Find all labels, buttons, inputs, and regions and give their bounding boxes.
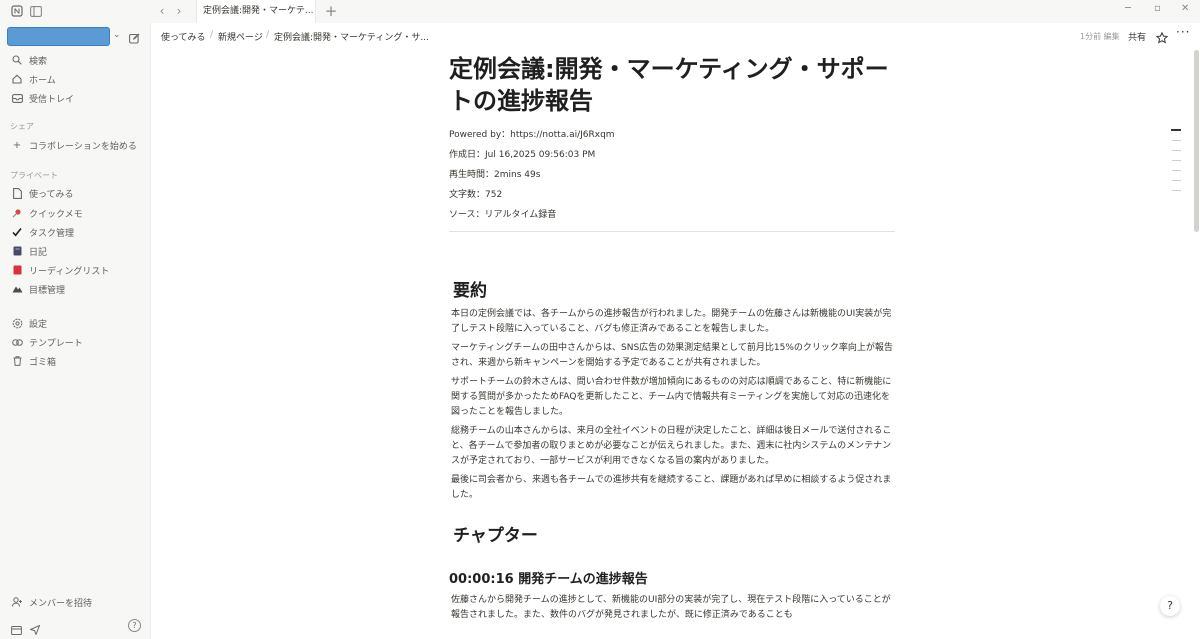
- share-button[interactable]: 共有: [1128, 30, 1146, 43]
- workspace-switcher[interactable]: [7, 27, 110, 46]
- chapter-title[interactable]: 00:00:16 開発チームの進捗報告: [449, 568, 895, 587]
- main-content: 使ってみる / 新規ページ / 定例会議:開発・マーケティング・サ... 1分前…: [151, 23, 1200, 639]
- summary-paragraph[interactable]: マーケティングチームの田中さんからは、SNS広告の効果測定結果として前月比15%…: [449, 341, 895, 371]
- sidebar-item-label: テンプレート: [29, 338, 83, 349]
- breadcrumb-separator: /: [266, 30, 270, 40]
- sidebar-item-label: 受信トレイ: [29, 94, 75, 105]
- sidebar-item-label: 検索: [29, 56, 48, 67]
- meta-created-date[interactable]: 作成日：Jul 16,2025 09:56:03 PM: [449, 145, 895, 165]
- sidebar: ⌄ 検索 ホーム 受信トレイ シェア + コラボレーションを始める プライベート…: [0, 23, 151, 639]
- trash-icon: [11, 355, 23, 367]
- scrollbar-thumb[interactable]: [1194, 50, 1199, 232]
- plus-icon: +: [12, 139, 22, 151]
- summary-paragraph[interactable]: 最後に司会者から、来週も各チームでの進捗共有を継続すること、課題があれば早めに相…: [449, 473, 895, 503]
- toc-marker[interactable]: [1172, 150, 1181, 151]
- summary-paragraph[interactable]: サポートチームの鈴木さんは、問い合わせ件数が増加傾向にあるものの対応は順調である…: [449, 375, 895, 420]
- book-icon: [11, 264, 23, 276]
- sidebar-item-goal-management[interactable]: 目標管理: [11, 281, 65, 297]
- new-tab-plus-icon[interactable]: +: [324, 2, 338, 20]
- sidebar-item-quick-memo[interactable]: クイックメモ: [11, 205, 83, 221]
- sidebar-item-search[interactable]: 検索: [11, 52, 47, 68]
- toc-marker[interactable]: [1172, 180, 1181, 181]
- sidebar-item-label: 目標管理: [29, 285, 66, 296]
- sidebar-item-label: 使ってみる: [29, 189, 74, 200]
- section-heading-share: シェア: [10, 122, 34, 131]
- sidebar-item-settings[interactable]: 設定: [11, 315, 47, 331]
- sidebar-item-label: ホーム: [29, 75, 56, 86]
- summary-paragraph[interactable]: 総務チームの山本さんからは、来月の全社イベントの日程が決定したこと、詳細は後日メ…: [449, 424, 895, 469]
- summary-paragraph[interactable]: 本日の定例会議では、各チームからの進捗報告が行われました。開発チームの佐藤さんは…: [449, 307, 895, 337]
- toc-marker[interactable]: [1172, 170, 1181, 171]
- sidebar-item-label: 日記: [29, 247, 48, 258]
- document-body: 定例会議:開発・マーケティング・サポートの進捗報告 Powered by：htt…: [449, 53, 895, 623]
- breadcrumb-separator: /: [210, 30, 214, 40]
- sidebar-item-label: タスク管理: [29, 228, 75, 239]
- tab-bar: ‹ › 定例会議:開発・マーケテ... + ─ ▫ ✕: [0, 0, 1200, 24]
- forward-arrow-icon[interactable]: ›: [172, 4, 186, 18]
- toc-marker-active[interactable]: [1171, 129, 1181, 131]
- sidebar-item-label: メンバーを招待: [29, 598, 93, 609]
- home-icon: [11, 73, 23, 85]
- sidebar-item-inbox[interactable]: 受信トレイ: [11, 90, 74, 106]
- add-member-icon: [11, 596, 23, 608]
- gear-icon: [11, 317, 23, 329]
- sidebar-toggle-icon[interactable]: [29, 4, 43, 18]
- help-button[interactable]: ?: [1160, 596, 1180, 616]
- back-arrow-icon[interactable]: ‹: [155, 4, 169, 18]
- meta-character-count[interactable]: 文字数：752: [449, 185, 895, 205]
- sidebar-item-try-it[interactable]: 使ってみる: [11, 185, 74, 201]
- meta-duration[interactable]: 再生時間：2mins 49s: [449, 165, 895, 185]
- app-logo-icon[interactable]: [10, 4, 24, 18]
- help-icon[interactable]: ?: [128, 619, 141, 632]
- minimize-icon[interactable]: ─: [1125, 3, 1131, 14]
- mountain-icon: [11, 283, 23, 295]
- inbox-icon: [11, 92, 23, 104]
- sidebar-item-templates[interactable]: テンプレート: [11, 334, 83, 350]
- toc-marker[interactable]: [1172, 140, 1181, 141]
- journal-icon: [11, 245, 23, 257]
- summary-heading[interactable]: 要約: [449, 276, 895, 301]
- tab-title: 定例会議:開発・マーケテ...: [203, 6, 314, 16]
- maximize-icon[interactable]: ▫: [1154, 3, 1161, 14]
- chapter-heading[interactable]: チャプター: [449, 521, 895, 546]
- sidebar-item-label: 設定: [29, 319, 48, 330]
- breadcrumb-item[interactable]: 定例会議:開発・マーケティング・サ...: [274, 30, 429, 43]
- sidebar-item-start-collaboration[interactable]: + コラボレーションを始める: [11, 137, 137, 153]
- sidebar-item-label: ゴミ箱: [29, 357, 57, 368]
- meta-source[interactable]: ソース：リアルタイム録音: [449, 205, 895, 225]
- tab-current-page[interactable]: 定例会議:開発・マーケテ...: [196, 0, 316, 23]
- sidebar-item-invite-members[interactable]: メンバーを招待: [11, 594, 92, 610]
- last-edited-label: 1分前 編集: [1080, 32, 1120, 41]
- sidebar-item-diary[interactable]: 日記: [11, 243, 47, 259]
- close-icon[interactable]: ✕: [1181, 3, 1189, 14]
- search-icon: [11, 54, 23, 66]
- send-icon[interactable]: [29, 620, 41, 639]
- sidebar-item-trash[interactable]: ゴミ箱: [11, 353, 56, 369]
- sidebar-item-label: コラボレーションを始める: [29, 141, 137, 152]
- chevron-down-icon[interactable]: ⌄: [113, 30, 121, 40]
- template-icon: [11, 336, 23, 348]
- sidebar-item-label: リーディングリスト: [29, 266, 110, 277]
- breadcrumb-item[interactable]: 新規ページ: [218, 30, 263, 43]
- toc-marker[interactable]: [1172, 190, 1181, 191]
- sidebar-item-reading-list[interactable]: リーディングリスト: [11, 262, 109, 278]
- meta-powered-by[interactable]: Powered by：https://notta.ai/J6Rxqm: [449, 125, 895, 145]
- pin-icon: [11, 207, 23, 219]
- page-title[interactable]: 定例会議:開発・マーケティング・サポートの進捗報告: [449, 53, 895, 117]
- chapter-paragraph[interactable]: 佐藤さんから開発チームの進捗として、新機能のUI部分の実装が完了し、現在テスト段…: [449, 593, 895, 623]
- breadcrumb-item[interactable]: 使ってみる: [161, 30, 206, 43]
- page-icon: [11, 187, 23, 199]
- star-icon[interactable]: [1155, 29, 1169, 48]
- sidebar-item-label: クイックメモ: [29, 209, 83, 220]
- more-options-icon[interactable]: ···: [1176, 25, 1190, 39]
- check-icon: [11, 226, 23, 238]
- section-heading-private: プライベート: [10, 171, 58, 180]
- new-page-icon[interactable]: [129, 29, 140, 48]
- calendar-icon[interactable]: [11, 620, 22, 639]
- toc-marker[interactable]: [1172, 160, 1181, 161]
- sidebar-item-task-management[interactable]: タスク管理: [11, 224, 74, 240]
- sidebar-item-home[interactable]: ホーム: [11, 71, 56, 87]
